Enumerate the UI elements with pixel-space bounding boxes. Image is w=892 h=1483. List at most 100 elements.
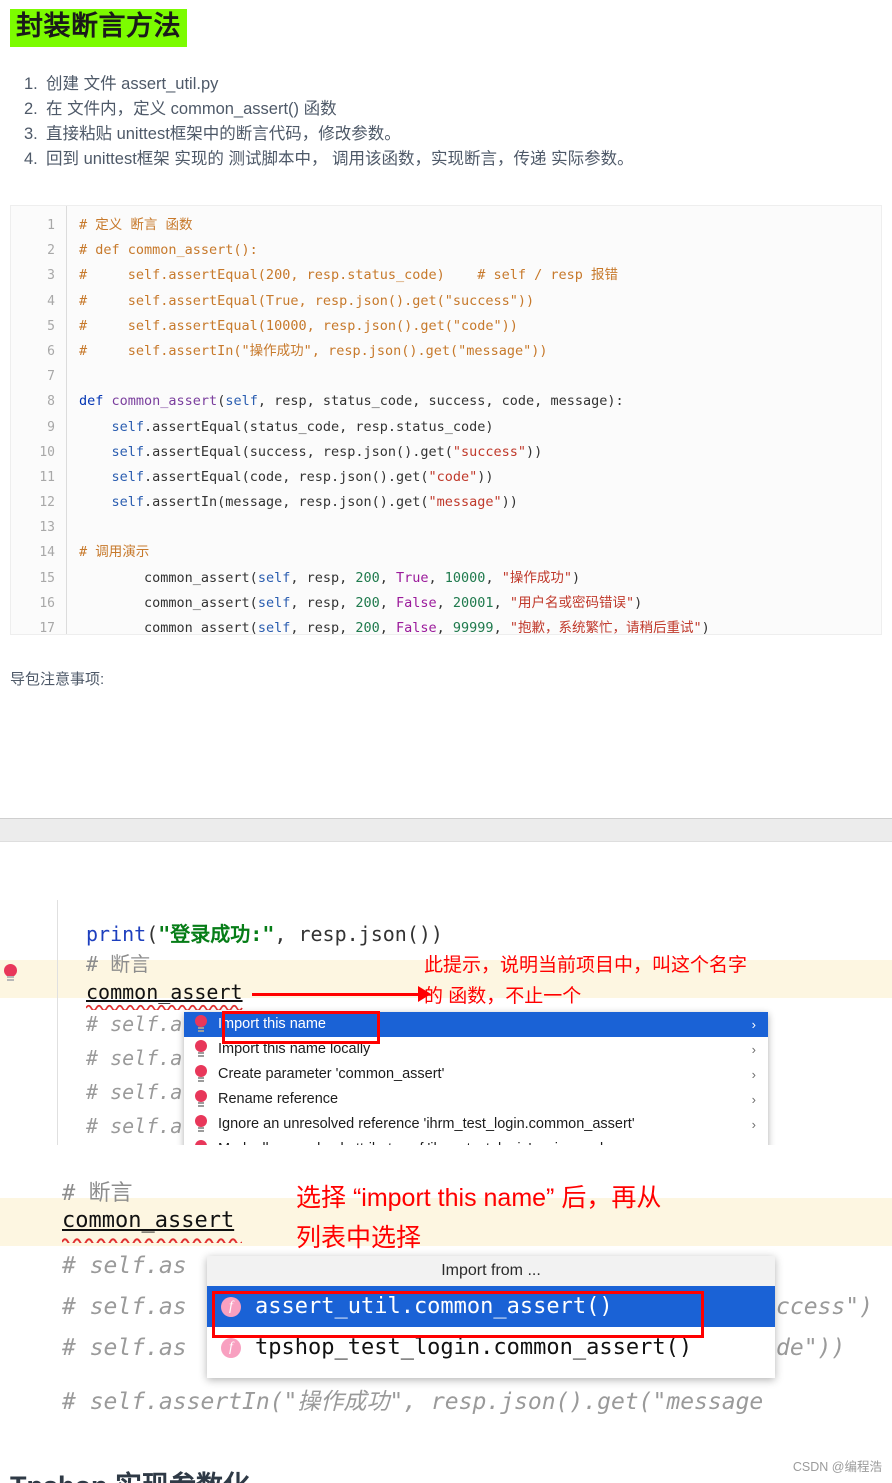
page-title: 封装断言方法: [10, 9, 187, 47]
import-options-container: f assert_util.common_assert() f tpshop_test…: [207, 1286, 775, 1368]
code-line: 9 self.assertEqual(status_code, resp.sta…: [11, 415, 881, 440]
code-fragment-right-2: de")): [776, 1335, 846, 1361]
list-item: 3. 直接粘贴 unittest框架中的断言代码，修改参数。: [0, 122, 892, 147]
list-item-text: 在 文件内，定义 common_assert() 函数: [46, 100, 337, 118]
menu-item-label: Import this name: [218, 1016, 326, 1032]
code-line: 12 self.assertIn(message, resp.json().ge…: [11, 490, 881, 515]
menu-item-label: Mark all unresolved attributes of 'ihrm_…: [218, 1141, 603, 1145]
code-line-source: common_assert(self, resp, 200, False, 99…: [79, 616, 710, 635]
lightbulb-icon: [195, 1040, 208, 1059]
code-line-number: 15: [39, 570, 55, 586]
code-line: 2 # def common_assert():: [11, 238, 881, 263]
code-line-source: # 调用演示: [79, 540, 149, 565]
annotation-arrow-line: [252, 993, 420, 996]
code-line-source: # 定义 断言 函数: [79, 213, 193, 238]
note-text: 导包注意事项:: [10, 671, 105, 688]
code-token: self: [257, 594, 291, 611]
list-item: 1. 创建 文件 assert_util.py: [0, 72, 892, 97]
import-option-label: assert_util.common_assert(): [255, 1294, 613, 1319]
import-option-label: tpshop_test_login.common_assert(): [255, 1335, 693, 1360]
code-symbol-common-assert-2[interactable]: common_assert: [62, 1208, 234, 1233]
code-token: .assertEqual(code, resp.json().get(: [144, 468, 429, 485]
code-token: "code": [428, 468, 478, 485]
csdn-watermark: CSDN @编程浩: [792, 1460, 882, 1474]
code-line-number: 1: [47, 218, 55, 233]
code-line-print: print("登录成功:", resp.json()): [86, 922, 443, 946]
list-item-text: 创建 文件 assert_util.py: [46, 75, 219, 93]
import-option[interactable]: f tpshop_test_login.common_assert(): [207, 1327, 775, 1368]
menu-item[interactable]: Ignore an unresolved reference 'ihrm_tes…: [184, 1112, 768, 1137]
code-token: "用户名或密码错误": [509, 594, 635, 611]
code-line-bg2-3: # self.as: [62, 1335, 187, 1361]
code-token: self: [111, 418, 145, 435]
menu-item-label: Import this name locally: [218, 1041, 371, 1057]
list-item-number: 4.: [24, 150, 38, 168]
code-line-number: 9: [47, 419, 55, 435]
lightbulb-icon[interactable]: [4, 964, 18, 983]
code-token: self: [257, 620, 291, 635]
code-line-bg-4: # self.a: [86, 1114, 183, 1138]
import-from-popup[interactable]: Import from ... f assert_util.common_asse…: [207, 1256, 775, 1378]
menu-item[interactable]: Import this name ›: [184, 1012, 768, 1037]
code-line-source: self.assertEqual(success, resp.json().ge…: [79, 440, 543, 465]
code-token: # self.assertEqual(10000, resp.json().ge…: [79, 317, 518, 334]
code-line: 7: [11, 364, 881, 389]
ide-screenshot-bottom: # 断言 common_assert 选择 “import this name”…: [0, 1160, 892, 1430]
menu-item[interactable]: Import this name locally ›: [184, 1037, 768, 1062]
code-line-source: # self.assertEqual(True, resp.json().get…: [79, 289, 534, 314]
code-token: "success": [452, 443, 527, 460]
code-line: 6 # self.assertIn("操作成功", resp.json().get…: [11, 339, 881, 364]
code-token: self: [257, 569, 291, 586]
code-line-comment: # 断言: [86, 952, 151, 976]
code-token: ): [701, 620, 710, 635]
code-token: ,: [436, 594, 453, 611]
code-line-source: # self.assertIn("操作成功", resp.json().get(…: [79, 339, 548, 364]
code-token: 200: [355, 620, 380, 635]
ide-screenshot-top: print("登录成功:", resp.json()) # 断言 common_…: [0, 900, 892, 1145]
code-line-number: 4: [47, 293, 55, 309]
code-line: 3 # self.assertEqual(200, resp.status_cod…: [11, 263, 881, 288]
intention-actions-menu[interactable]: Import this name › Import this name locall…: [184, 1012, 768, 1145]
code-line: 5 # self.assertEqual(10000, resp.json().g…: [11, 314, 881, 339]
code-token: 10000: [444, 569, 486, 586]
code-token: "操作成功": [501, 569, 572, 586]
menu-item[interactable]: Rename reference ›: [184, 1087, 768, 1112]
code-line-number: 11: [39, 469, 55, 485]
code-line-number: 12: [39, 495, 55, 511]
code-line-number: 13: [39, 520, 55, 536]
code-token: def: [79, 393, 112, 410]
code-line-source: common_assert(self, resp, 200, False, 20…: [79, 591, 642, 616]
code-line-source: self.assertIn(message, resp.json().get("…: [79, 490, 518, 515]
code-line-source: self.assertEqual(status_code, resp.statu…: [79, 415, 494, 440]
import-from-popup-title: Import from ...: [207, 1256, 775, 1286]
code-token: ,: [493, 594, 510, 611]
code-line-number: 2: [47, 243, 55, 259]
section-divider: [0, 818, 892, 842]
code-token: , resp,: [290, 594, 356, 611]
next-section-heading: Tpshop 实现参数化: [10, 1464, 250, 1483]
code-line-number: 7: [47, 369, 55, 385]
code-token: .assertEqual(status_code, resp.status_co…: [144, 418, 494, 435]
print-keyword: print: [86, 922, 147, 946]
code-lines-container: 1 # 定义 断言 函数 2 # def common_assert(): 3 # sel…: [11, 213, 881, 635]
code-token: common_assert(: [79, 594, 258, 611]
code-token: "message": [428, 494, 502, 511]
code-line-bg2-4: # self.assertIn("操作成功", resp.json().get(…: [62, 1389, 764, 1415]
menu-item[interactable]: Mark all unresolved attributes of 'ihrm_…: [184, 1137, 768, 1145]
code-line: 13: [11, 515, 881, 540]
code-line-number: 5: [47, 318, 55, 334]
code-token: False: [396, 594, 437, 611]
code-symbol-common-assert[interactable]: common_assert: [86, 980, 243, 1004]
code-line-number: 17: [39, 621, 55, 635]
code-token: # def common_assert():: [79, 242, 258, 259]
menu-item-label: Ignore an unresolved reference 'ihrm_tes…: [218, 1116, 635, 1132]
code-token: # 调用演示: [79, 544, 150, 561]
annotation-text-2-line-2: 列表中选择: [296, 1224, 422, 1252]
code-token: False: [396, 620, 437, 635]
import-option[interactable]: f assert_util.common_assert(): [207, 1286, 775, 1327]
code-token: )): [477, 468, 494, 485]
chevron-right-icon: ›: [751, 1092, 756, 1107]
menu-item[interactable]: Create parameter 'common_assert' ›: [184, 1062, 768, 1087]
